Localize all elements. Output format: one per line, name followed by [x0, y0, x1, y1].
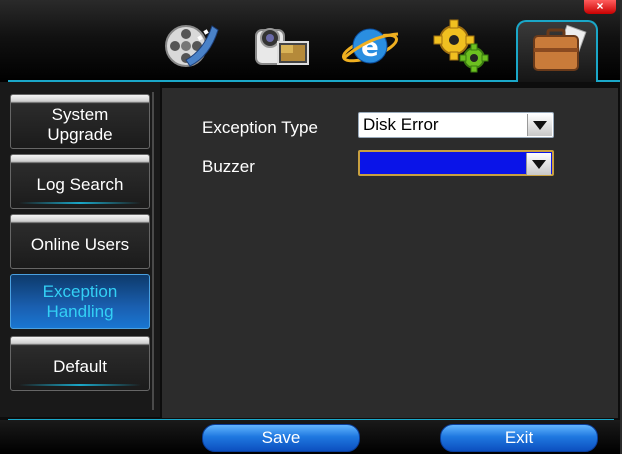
exception-settings-panel: Exception Type Disk Error Buzzer — [162, 88, 618, 418]
close-button[interactable]: × — [584, 0, 616, 14]
buzzer-label: Buzzer — [202, 157, 255, 176]
sidebar-item-underline — [19, 384, 141, 386]
film-reel-icon[interactable] — [160, 16, 222, 74]
sidebar-item-label-line2: Upgrade — [47, 124, 113, 144]
briefcase-icon[interactable] — [528, 22, 590, 80]
exception-type-value: Disk Error — [363, 115, 439, 134]
gears-icon[interactable] — [430, 16, 492, 74]
sidebar-item-log-search[interactable]: Log Search — [10, 154, 150, 209]
ie-globe-icon[interactable]: e — [340, 16, 402, 74]
sidebar-item-label: Exception — [42, 281, 118, 301]
camcorder-icon[interactable] — [250, 16, 312, 74]
sidebar-item-default[interactable]: Default — [10, 336, 150, 391]
exit-button[interactable]: Exit — [440, 424, 598, 452]
buzzer-select[interactable] — [358, 150, 554, 176]
sidebar-item-underline — [19, 202, 141, 204]
exception-type-label: Exception Type — [202, 118, 318, 137]
chevron-down-icon[interactable] — [527, 114, 552, 136]
toolbar-divider-right — [598, 80, 622, 82]
sidebar-item-exception-handling[interactable]: Exception Handling — [10, 274, 150, 329]
save-button[interactable]: Save — [202, 424, 360, 452]
sidebar-item-system-upgrade[interactable]: System Upgrade — [10, 94, 150, 149]
chevron-down-icon[interactable] — [526, 153, 551, 175]
sidebar-item-label-line2: Handling — [46, 301, 114, 321]
sidebar-item-label: Log Search — [36, 174, 124, 194]
sidebar-item-label: Default — [53, 356, 107, 376]
dvr-settings-window: × e System Upgrade Log Search Online Use… — [0, 0, 622, 454]
sidebar-item-label: System — [51, 104, 109, 124]
sidebar-item-online-users[interactable]: Online Users — [10, 214, 150, 269]
sidebar-item-label: Online Users — [30, 234, 130, 254]
sidebar-scrollbar[interactable] — [152, 92, 154, 410]
exception-type-select[interactable]: Disk Error — [358, 112, 554, 138]
